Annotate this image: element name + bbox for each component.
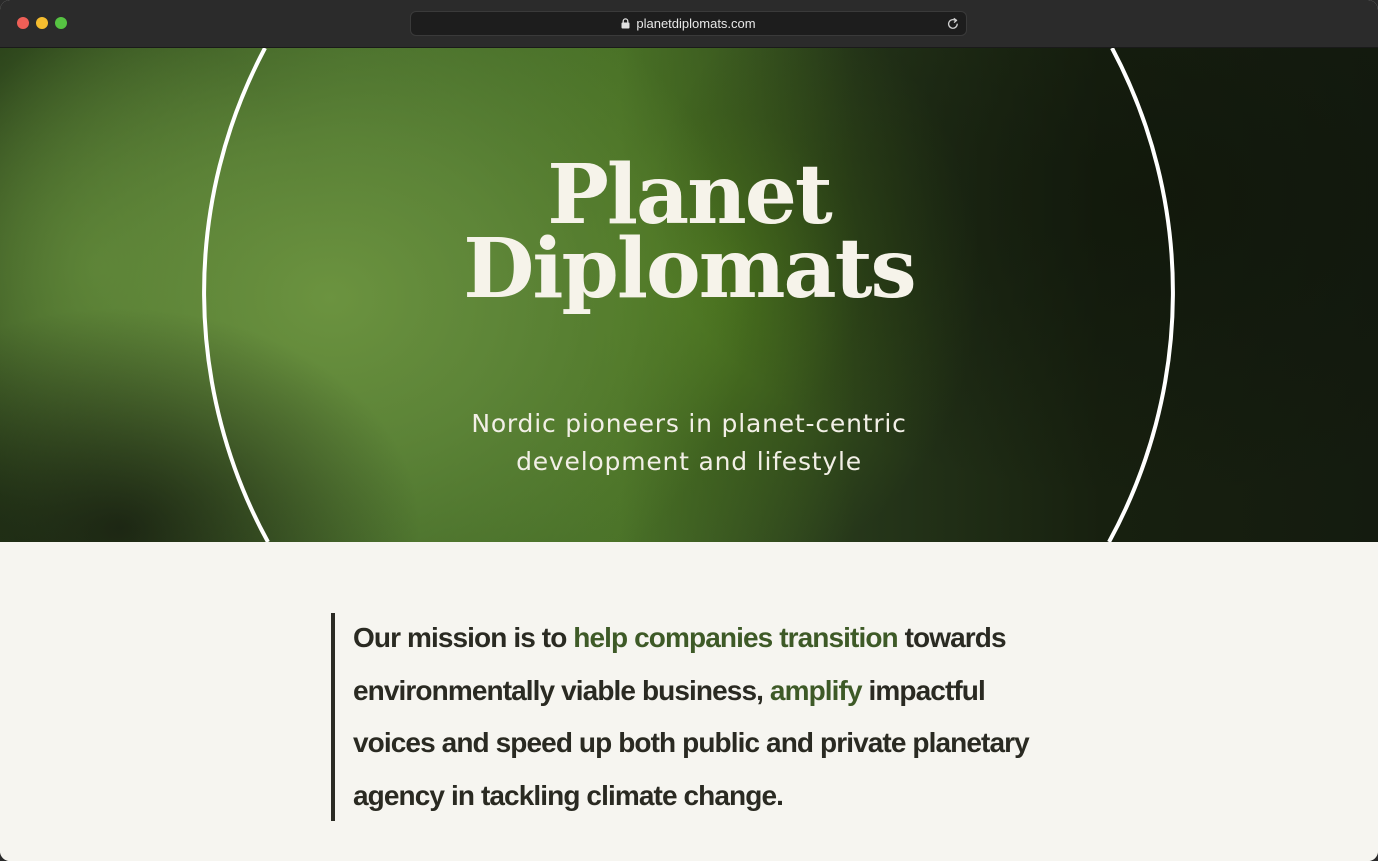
- lock-icon: [621, 18, 630, 29]
- address-bar-url: planetdiplomats.com: [636, 16, 756, 31]
- browser-titlebar: planetdiplomats.com: [0, 0, 1378, 48]
- hero-subtitle: Nordic pioneers in planet-centric develo…: [389, 405, 989, 481]
- mission-highlight-help: help companies transition: [573, 622, 898, 653]
- mission-statement: Our mission is to help companies transit…: [353, 612, 1073, 822]
- close-window-button[interactable]: [17, 17, 29, 29]
- hero-title-line-2: Diplomats: [463, 221, 916, 317]
- mission-section: Our mission is to help companies transit…: [0, 542, 1378, 861]
- hero-section: Planet Diplomats Nordic pioneers in plan…: [0, 48, 1378, 542]
- browser-window: planetdiplomats.com Planet Diplomats Nor…: [0, 0, 1378, 861]
- hero-subtitle-line-1: Nordic pioneers in planet-centric: [471, 409, 907, 438]
- address-bar[interactable]: planetdiplomats.com: [410, 11, 967, 36]
- zoom-window-button[interactable]: [55, 17, 67, 29]
- hero-subtitle-line-2: development and lifestyle: [516, 447, 862, 476]
- mission-text-part-1: Our mission is to: [353, 622, 574, 653]
- mission-quote-bar: [331, 613, 335, 821]
- hero-title: Planet Diplomats: [389, 154, 989, 317]
- mission-highlight-amplify: amplify: [769, 674, 863, 706]
- minimize-window-button[interactable]: [36, 17, 48, 29]
- reload-icon[interactable]: [945, 16, 961, 32]
